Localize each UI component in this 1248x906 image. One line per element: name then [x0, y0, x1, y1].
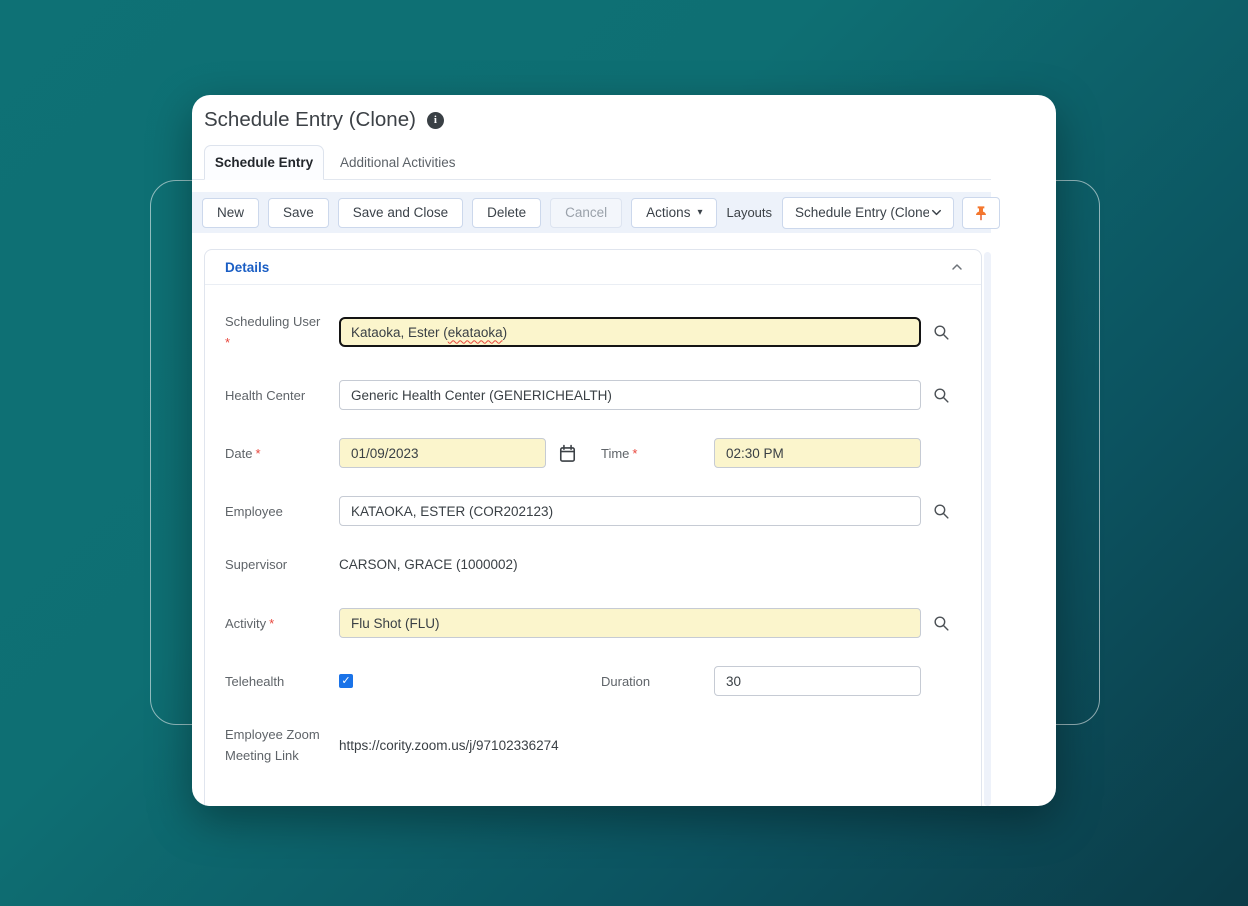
details-section: Details Scheduling User * Kataoka, Ester…: [204, 249, 982, 806]
cancel-button[interactable]: Cancel: [550, 198, 622, 228]
tab-bar: Schedule Entry Additional Activities: [192, 145, 991, 180]
layout-select[interactable]: Schedule Entry (Clone): [782, 197, 954, 229]
date-field[interactable]: 01/09/2023: [339, 438, 546, 468]
info-icon[interactable]: i: [427, 112, 444, 129]
search-icon[interactable]: [932, 386, 951, 405]
field-row-zoom-link: Employee Zoom Meeting Link https://corit…: [225, 724, 961, 766]
activity-label: Activity*: [225, 613, 321, 634]
field-row-health-center: Health Center Generic Health Center (GEN…: [225, 380, 961, 410]
page-title: Schedule Entry (Clone): [204, 108, 416, 132]
layouts-group: Layouts Schedule Entry (Clone): [726, 197, 1000, 229]
checkmark-icon: ✓: [341, 676, 350, 687]
field-row-date-time: Date* 01/09/2023 Time* 0: [225, 438, 961, 468]
schedule-entry-dialog: Schedule Entry (Clone) i Schedule Entry …: [192, 95, 1056, 806]
scheduling-user-label: Scheduling User *: [225, 311, 321, 353]
spellcheck-flagged-text: ekataoka: [448, 325, 503, 340]
zoom-link-label: Employee Zoom Meeting Link: [225, 724, 321, 766]
toolbar: New Save Save and Close Delete Cancel Ac…: [192, 192, 991, 233]
vertical-scrollbar[interactable]: [984, 252, 991, 806]
save-and-close-button[interactable]: Save and Close: [338, 198, 463, 228]
pin-icon: [973, 205, 989, 221]
delete-button[interactable]: Delete: [472, 198, 541, 228]
health-center-label: Health Center: [225, 385, 321, 406]
layouts-label: Layouts: [726, 205, 772, 220]
search-icon[interactable]: [932, 323, 951, 342]
health-center-field[interactable]: Generic Health Center (GENERICHEALTH): [339, 380, 921, 410]
telehealth-label: Telehealth: [225, 671, 321, 692]
field-row-telehealth-duration: Telehealth ✓ Duration 30: [225, 666, 961, 696]
details-form: Scheduling User * Kataoka, Ester (ekatao…: [205, 285, 981, 806]
required-marker: *: [269, 616, 274, 631]
scheduling-user-field[interactable]: Kataoka, Ester (ekataoka): [339, 317, 921, 347]
new-button[interactable]: New: [202, 198, 259, 228]
date-label: Date*: [225, 443, 321, 464]
required-marker: *: [225, 332, 321, 353]
field-row-supervisor: Supervisor CARSON, GRACE (1000002): [225, 554, 961, 575]
dialog-header: Schedule Entry (Clone) i: [192, 95, 1056, 132]
layout-select-value: Schedule Entry (Clone): [795, 205, 929, 220]
actions-button-label: Actions: [646, 205, 690, 220]
supervisor-value: CARSON, GRACE (1000002): [339, 557, 961, 572]
field-row-scheduling-user: Scheduling User * Kataoka, Ester (ekatao…: [225, 311, 961, 353]
caret-down-icon: ▾: [697, 208, 702, 218]
telehealth-checkbox[interactable]: ✓: [339, 674, 353, 688]
search-icon[interactable]: [932, 502, 951, 521]
details-section-header[interactable]: Details: [205, 250, 981, 285]
details-section-title: Details: [225, 260, 269, 275]
tab-schedule-entry[interactable]: Schedule Entry: [204, 145, 324, 180]
field-row-employee: Employee KATAOKA, ESTER (COR202123): [225, 496, 961, 526]
chevron-down-icon: [929, 205, 944, 220]
chevron-up-icon[interactable]: [949, 259, 965, 275]
supervisor-label: Supervisor: [225, 554, 321, 575]
time-label: Time*: [601, 443, 697, 464]
employee-label: Employee: [225, 501, 321, 522]
activity-field[interactable]: Flu Shot (FLU): [339, 608, 921, 638]
required-marker: *: [632, 446, 637, 461]
save-button[interactable]: Save: [268, 198, 329, 228]
zoom-link-value: https://cority.zoom.us/j/97102336274: [339, 738, 961, 753]
time-field[interactable]: 02:30 PM: [714, 438, 921, 468]
actions-button[interactable]: Actions ▾: [631, 198, 717, 228]
tab-additional-activities[interactable]: Additional Activities: [324, 146, 472, 179]
search-icon[interactable]: [932, 614, 951, 633]
field-row-activity: Activity* Flu Shot (FLU): [225, 608, 961, 638]
duration-label: Duration: [601, 671, 697, 692]
employee-field[interactable]: KATAOKA, ESTER (COR202123): [339, 496, 921, 526]
calendar-icon[interactable]: [558, 444, 577, 463]
required-marker: *: [255, 446, 260, 461]
duration-field[interactable]: 30: [714, 666, 921, 696]
pin-layout-button[interactable]: [962, 197, 1000, 229]
